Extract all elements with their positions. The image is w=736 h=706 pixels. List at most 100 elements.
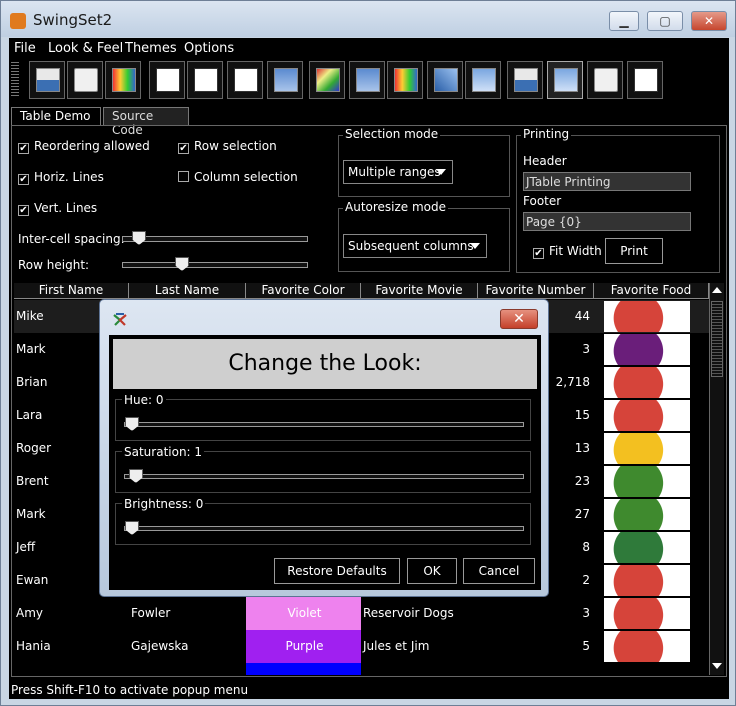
dropdown-arrow-icon [470,243,480,249]
menu-options[interactable]: Options [184,41,234,56]
table-row[interactable]: Amy Fowler Violet Reservoir Dogs 3 [14,597,709,630]
slider-demo-button[interactable] [427,61,463,99]
title-bar[interactable]: SwingSet2 ▁ ▢ ✕ [1,1,735,37]
file-chooser-icon [194,68,218,92]
print-button[interactable]: Print [605,238,663,264]
combobox-demo-button[interactable] [149,61,185,99]
food-image [604,631,690,662]
ok-button[interactable]: OK [407,558,457,584]
window-title: SwingSet2 [33,11,113,29]
hue-slider[interactable] [124,417,524,431]
fit-width-checkbox[interactable]: ✔ Fit Width [533,244,602,259]
autoresize-mode-combo[interactable]: Subsequent columns [343,234,487,258]
partial-row-color [246,663,361,675]
scroll-down-icon[interactable] [712,663,722,669]
table-scrollbar[interactable] [709,283,724,675]
cell-first[interactable]: Hania [14,630,129,663]
column-header[interactable]: Favorite Movie [361,283,478,299]
food-image [604,532,690,563]
horiz-lines-checkbox[interactable]: ✔ Horiz. Lines [18,170,104,185]
reordering-checkbox[interactable]: ✔ Reordering allowed [18,139,150,154]
footer-field[interactable]: Page {0} [523,212,691,231]
tree-icon [634,68,658,92]
autoresize-mode-value: Subsequent columns [348,239,474,253]
check-icon: ✔ [18,205,29,216]
file-chooser-demo-button[interactable] [187,61,223,99]
column-selection-checkbox[interactable]: Column selection [178,170,298,184]
editor-pane-demo-button[interactable] [227,61,263,99]
saturation-label: Saturation: 1 [122,445,205,459]
table-demo-button[interactable] [547,61,583,99]
food-image [604,367,690,398]
scroll-pane-demo-button[interactable] [387,61,423,99]
color-chooser-demo-button[interactable] [105,61,141,99]
minimize-button[interactable]: ▁ [609,11,639,31]
slider-thumb[interactable] [175,257,189,271]
selection-mode-combo[interactable]: Multiple ranges [343,160,453,184]
scroll-up-icon[interactable] [712,287,722,293]
column-header[interactable]: Last Name [129,283,246,299]
maximize-button[interactable]: ▢ [647,11,683,31]
cell-first[interactable]: Amy [14,597,129,630]
progress-bar-demo-button[interactable] [349,61,385,99]
tabbed-pane-icon [514,68,538,92]
vert-lines-label: Vert. Lines [34,201,98,215]
menu-themes[interactable]: Themes [125,41,177,56]
tooltip-demo-button[interactable] [587,61,623,99]
tab-source-code[interactable]: Source Code [103,107,189,137]
cell-movie[interactable]: Jules et Jim [361,630,478,663]
dialog-close-button[interactable]: ✕ [500,309,538,329]
table-row[interactable]: Hania Gajewska Purple Jules et Jim 5 [14,630,709,663]
cell-movie[interactable]: Reservoir Dogs [361,597,478,630]
internal-frame-demo-button[interactable] [29,61,65,99]
slider-thumb[interactable] [128,469,143,483]
saturation-slider[interactable] [124,469,524,483]
selection-mode-legend: Selection mode [343,127,441,141]
fit-width-label: Fit Width [549,244,602,258]
hue-label: Hue: 0 [122,393,166,407]
column-header[interactable]: Favorite Color [246,283,361,299]
toolbar-grip[interactable] [11,62,19,98]
option-pane-icon [316,68,340,92]
header-field[interactable]: JTable Printing [523,172,691,191]
cell-last[interactable]: Gajewska [129,630,246,663]
cell-number[interactable]: 3 [478,597,594,630]
column-header[interactable]: First Name [14,283,129,299]
autoresize-mode-group: Autoresize mode Subsequent columns [338,200,510,272]
cell-last[interactable]: Fowler [129,597,246,630]
scrollbar-thumb[interactable] [711,301,723,377]
split-pane-demo-button[interactable] [465,61,501,99]
menu-look-and-feel[interactable]: Look & Feel [48,41,123,56]
row-height-slider[interactable] [122,257,308,271]
option-pane-demo-button[interactable] [309,61,345,99]
food-image [604,565,690,596]
brightness-label: Brightness: 0 [122,497,206,511]
tree-demo-button[interactable] [627,61,663,99]
cell-color[interactable]: Purple [246,630,361,663]
row-selection-checkbox[interactable]: ✔ Row selection [178,139,277,154]
slider-thumb[interactable] [125,417,139,431]
hue-group: Hue: 0 [115,393,531,441]
vert-lines-checkbox[interactable]: ✔ Vert. Lines [18,201,97,216]
tab-table-demo[interactable]: Table Demo [11,107,101,125]
button-demo-button[interactable] [67,61,103,99]
intercell-spacing-slider[interactable] [122,231,308,245]
close-button[interactable]: ✕ [691,11,727,31]
slider-thumb[interactable] [132,231,146,245]
restore-defaults-button[interactable]: Restore Defaults [274,558,400,584]
java-icon [10,13,26,29]
slider-thumb[interactable] [125,521,139,535]
cell-color[interactable]: Violet [246,597,361,630]
list-demo-button[interactable] [267,61,303,99]
brightness-slider[interactable] [124,521,524,535]
menu-file[interactable]: File [14,41,36,56]
cancel-button[interactable]: Cancel [463,558,535,584]
tabbed-pane-demo-button[interactable] [507,61,543,99]
tooltip-icon [594,68,618,92]
column-header[interactable]: Favorite Food [594,283,709,299]
dropdown-arrow-icon [436,169,446,175]
food-image [604,334,690,365]
cell-number[interactable]: 5 [478,630,594,663]
column-header[interactable]: Favorite Number [478,283,594,299]
combobox-icon [156,68,180,92]
